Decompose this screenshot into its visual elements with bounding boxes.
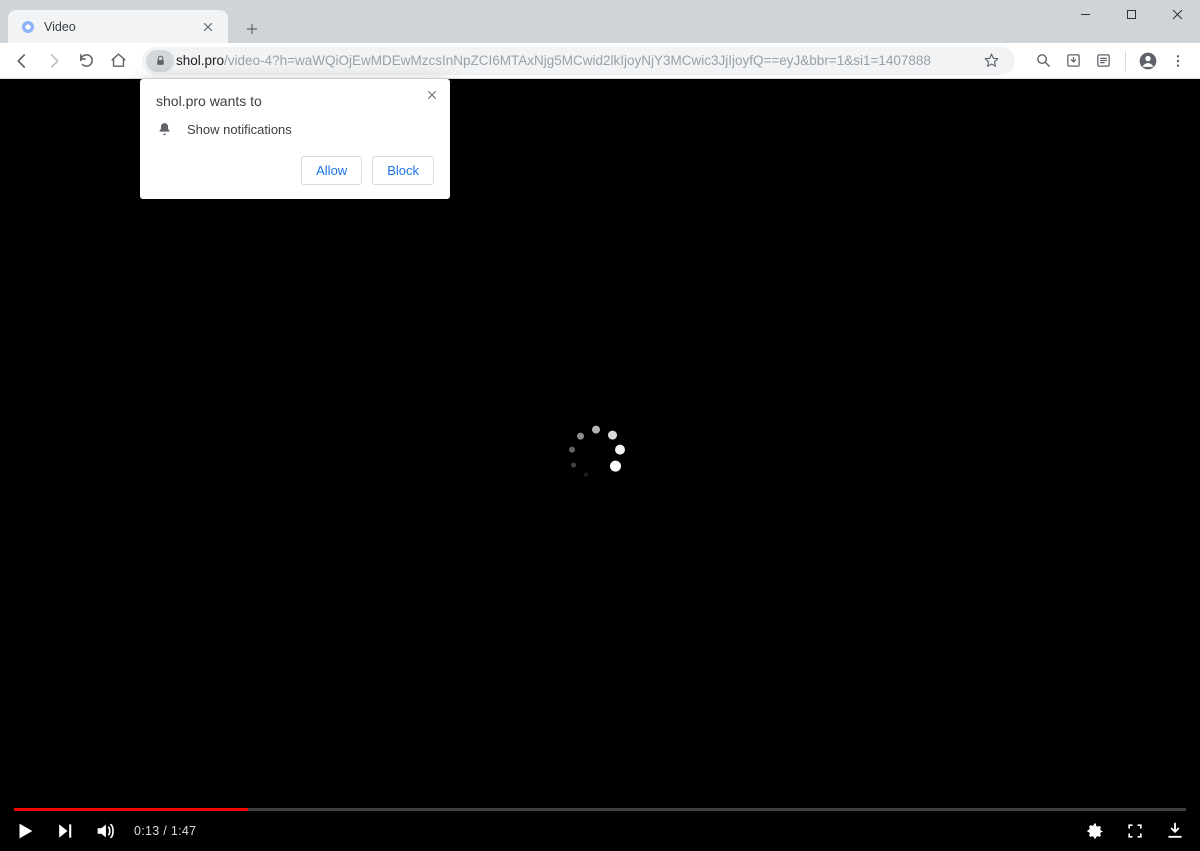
block-button[interactable]: Block <box>372 156 434 185</box>
zoom-icon[interactable] <box>1029 47 1057 75</box>
tab-close-icon[interactable] <box>200 19 216 35</box>
next-button[interactable] <box>54 820 76 842</box>
profile-avatar-icon[interactable] <box>1134 47 1162 75</box>
video-current-time: 0:13 <box>134 824 160 838</box>
window-titlebar: Video <box>0 0 1200 43</box>
toolbar-right-icons <box>1025 47 1192 75</box>
url-path: /video-4?h=waWQiOjEwMDEwMzcsInNpZCI6MTAx… <box>224 53 931 68</box>
popup-close-icon[interactable] <box>422 85 442 105</box>
tab-favicon <box>20 19 36 35</box>
url-host: shol.pro <box>176 53 224 68</box>
notification-permission-popup: shol.pro wants to Show notifications All… <box>140 79 450 199</box>
install-app-icon[interactable] <box>1059 47 1087 75</box>
toolbar-separator <box>1125 51 1126 71</box>
reload-button[interactable] <box>72 47 100 75</box>
video-controls: 0:13 / 1:47 <box>0 811 1200 851</box>
loading-spinner-icon <box>560 419 640 499</box>
bookmark-star-icon[interactable] <box>977 47 1005 75</box>
window-controls <box>1062 0 1200 28</box>
browser-toolbar: shol.pro/video-4?h=waWQiOjEwMDEwMzcsInNp… <box>0 43 1200 79</box>
permission-title: shol.pro wants to <box>156 93 434 109</box>
forward-button[interactable] <box>40 47 68 75</box>
tab-strip: Video <box>0 0 266 43</box>
home-button[interactable] <box>104 47 132 75</box>
address-bar[interactable]: shol.pro/video-4?h=waWQiOjEwMDEwMzcsInNp… <box>142 47 1015 75</box>
video-time-display: 0:13 / 1:47 <box>134 824 196 838</box>
fullscreen-button[interactable] <box>1124 820 1146 842</box>
settings-gear-icon[interactable] <box>1084 820 1106 842</box>
tab-title: Video <box>44 20 200 34</box>
url-text: shol.pro/video-4?h=waWQiOjEwMDEwMzcsInNp… <box>176 53 969 68</box>
new-tab-button[interactable] <box>238 15 266 43</box>
page-content: 0:13 / 1:47 shol.pro wants to <box>0 79 1200 851</box>
volume-button[interactable] <box>94 820 116 842</box>
permission-item-label: Show notifications <box>187 122 292 137</box>
video-duration: 1:47 <box>171 824 197 838</box>
bell-icon <box>156 121 173 138</box>
window-maximize-button[interactable] <box>1108 0 1154 28</box>
play-button[interactable] <box>14 820 36 842</box>
browser-tab[interactable]: Video <box>8 10 228 43</box>
allow-button[interactable]: Allow <box>301 156 362 185</box>
chrome-menu-icon[interactable] <box>1164 47 1192 75</box>
site-info-button[interactable] <box>146 50 174 72</box>
download-button[interactable] <box>1164 820 1186 842</box>
window-minimize-button[interactable] <box>1062 0 1108 28</box>
back-button[interactable] <box>8 47 36 75</box>
window-close-button[interactable] <box>1154 0 1200 28</box>
reader-mode-icon[interactable] <box>1089 47 1117 75</box>
